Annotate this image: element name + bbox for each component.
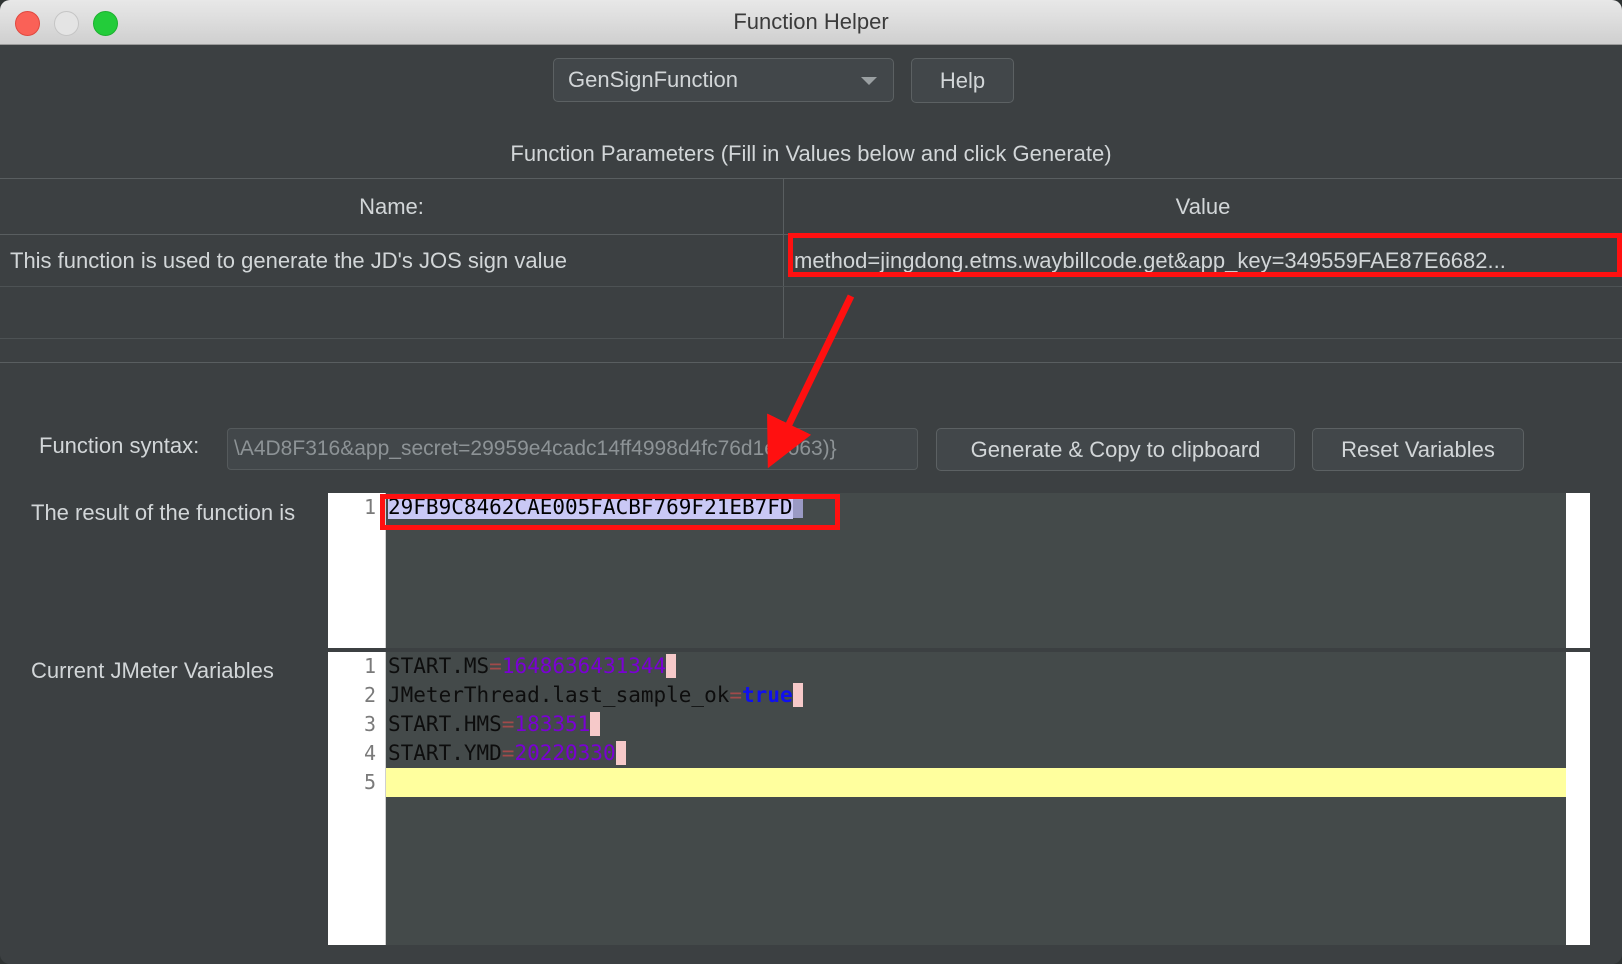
function-select-value: GenSignFunction	[568, 67, 738, 92]
table-row[interactable]	[0, 287, 1622, 339]
line-number: 2	[363, 683, 376, 707]
line-number: 4	[363, 741, 376, 765]
function-syntax-field[interactable]: \A4D8F316&app_secret=29959e4cadc14ff4998…	[227, 428, 918, 470]
param-value-cell[interactable]	[784, 287, 1622, 338]
variable-equals: =	[501, 712, 515, 736]
result-gutter: 1	[328, 493, 386, 648]
variables-gutter: 1 2 3 4 5	[328, 652, 386, 945]
function-helper-window: Function Helper GenSignFunction Help Fun…	[0, 0, 1622, 964]
variables-label: Current JMeter Variables	[31, 658, 274, 683]
line-number: 1	[363, 495, 376, 519]
variable-line: START.HMS=183351	[386, 710, 1566, 739]
eol-marker	[615, 741, 626, 765]
variable-line: START.MS=1648636431344	[386, 652, 1566, 681]
variable-equals: =	[489, 654, 502, 678]
variable-value: true	[742, 683, 793, 707]
table-row[interactable]: This function is used to generate the JD…	[0, 235, 1622, 287]
variables-code-area[interactable]: START.MS=1648636431344 JMeterThread.last…	[386, 652, 1566, 945]
parameters-table: Name: Value This function is used to gen…	[0, 178, 1622, 363]
result-code-area[interactable]: 29FB9C8462CAE005FACBF769F21EB7FD	[386, 493, 1566, 648]
eol-marker	[590, 712, 601, 736]
column-header-value: Value	[1175, 194, 1231, 219]
parameters-caption: Function Parameters (Fill in Values belo…	[510, 141, 1112, 166]
chevron-down-icon	[861, 77, 877, 85]
param-value-cell[interactable]: method=jingdong.etms.waybillcode.get&app…	[784, 235, 1622, 286]
result-vertical-scrollbar[interactable]	[1566, 493, 1590, 648]
window-titlebar: Function Helper	[0, 0, 1622, 45]
variable-key: START.MS	[388, 654, 490, 678]
table-header-row: Name: Value	[0, 179, 1622, 235]
variable-line: JMeterThread.last_sample_ok=true	[386, 681, 1566, 710]
variable-line-current	[386, 768, 1566, 797]
variable-equals: =	[501, 741, 515, 765]
variable-value: 183351	[514, 712, 591, 736]
variables-vertical-scrollbar[interactable]	[1566, 652, 1590, 945]
result-editor[interactable]: 1 29FB9C8462CAE005FACBF769F21EB7FD	[328, 493, 1590, 648]
window-body: GenSignFunction Help Function Parameters…	[0, 45, 1622, 964]
variable-key: JMeterThread.last_sample_ok	[388, 683, 730, 707]
result-text: 29FB9C8462CAE005FACBF769F21EB7FD	[388, 495, 793, 519]
result-line: 29FB9C8462CAE005FACBF769F21EB7FD	[386, 493, 1566, 522]
line-number: 1	[363, 654, 376, 678]
variable-line: START.YMD=20220330	[386, 739, 1566, 768]
result-label: The result of the function is	[31, 500, 296, 525]
param-name-cell: This function is used to generate the JD…	[0, 235, 784, 286]
variables-editor[interactable]: 1 2 3 4 5 START.MS=1648636431344 JMeterT…	[328, 652, 1590, 945]
text-caret	[792, 496, 803, 518]
reset-variables-button[interactable]: Reset Variables	[1312, 428, 1524, 471]
variable-key: START.HMS	[388, 712, 502, 736]
function-syntax-value: \A4D8F316&app_secret=29959e4cadc14ff4998…	[234, 437, 837, 460]
eol-marker	[792, 683, 803, 707]
function-select[interactable]: GenSignFunction	[553, 58, 894, 102]
variable-value: 1648636431344	[501, 654, 667, 678]
line-number: 5	[363, 770, 376, 794]
variable-equals: =	[729, 683, 743, 707]
param-name-cell	[0, 287, 784, 338]
variable-value: 20220330	[514, 741, 616, 765]
window-title: Function Helper	[733, 9, 889, 34]
function-syntax-label: Function syntax:	[39, 433, 200, 458]
eol-marker	[666, 654, 677, 678]
line-number: 3	[363, 712, 376, 736]
help-button[interactable]: Help	[911, 58, 1014, 103]
generate-copy-button[interactable]: Generate & Copy to clipboard	[936, 428, 1295, 471]
column-header-name: Name:	[0, 179, 784, 234]
variable-key: START.YMD	[388, 741, 502, 765]
